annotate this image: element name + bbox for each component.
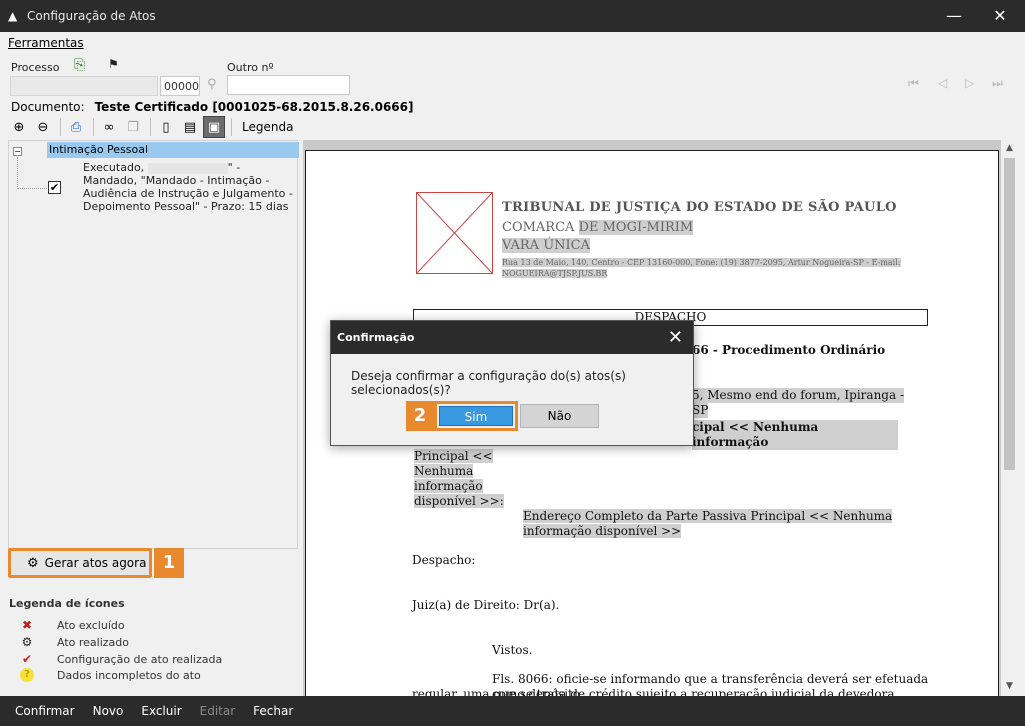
fls-line-2: regular, uma que se trata de crédito suj… — [412, 687, 899, 696]
document-flag-icon[interactable]: ⚑ — [108, 57, 119, 71]
juiz-line: Juiz(a) de Direito: Dr(a). — [412, 598, 560, 612]
document-scrollbar[interactable]: ▲ ▼ — [1001, 140, 1018, 696]
sim-button[interactable]: Sim — [434, 401, 518, 431]
court-name: TRIBUNAL DE JUSTIÇA DO ESTADO DE SÃO PAU… — [502, 200, 897, 215]
confirmar-button[interactable]: Confirmar — [15, 704, 75, 718]
tree-item-ato[interactable]: Executado, " - Mandado, "Mandado - Intim… — [83, 161, 293, 213]
legend-label: Dados incompletos do ato — [57, 668, 201, 682]
legend-item-incompletos: ? Dados incompletos do ato — [20, 667, 201, 683]
next-page-icon[interactable]: ▷ — [965, 76, 974, 90]
sim-button-label: Sim — [439, 406, 513, 426]
excluir-button[interactable]: Excluir — [141, 704, 181, 718]
editar-button: Editar — [199, 704, 236, 718]
step-badge-2: 2 — [406, 401, 434, 431]
documento-label: Documento: — [11, 100, 85, 114]
print-icon[interactable]: ⎙ — [65, 116, 87, 138]
copy-icon[interactable]: ❐ — [122, 116, 144, 138]
dialog-message: Deseja confirmar a configuração do(s) at… — [351, 369, 626, 397]
processo-suffix-field[interactable]: 00000 — [160, 76, 200, 96]
legend-label: Ato realizado — [57, 635, 129, 649]
scroll-down-icon[interactable]: ▼ — [1001, 681, 1018, 691]
outro-numero-field[interactable] — [227, 75, 350, 95]
tree-item-checkbox[interactable]: ✔ — [48, 181, 61, 194]
scroll-thumb[interactable] — [1004, 158, 1015, 470]
zoom-in-icon[interactable]: ⊕ — [8, 116, 30, 138]
page-width-icon[interactable]: ▤ — [179, 116, 201, 138]
checkmark-icon: ✔ — [21, 652, 33, 666]
nao-button[interactable]: Não — [520, 404, 599, 428]
question-icon: ? — [20, 668, 34, 682]
search-icon[interactable]: ⚲ — [207, 77, 217, 92]
legend-item-excluido: ✖ Ato excluído — [20, 617, 125, 633]
window-title: Configuração de Atos — [27, 9, 156, 23]
principal-block: Principal << Nenhuma informação disponív… — [414, 449, 504, 508]
legend-label: Configuração de ato realizada — [57, 652, 223, 666]
legend-title: Legenda de ícones — [9, 597, 125, 610]
documento-value: Teste Certificado [0001025-68.2015.8.26.… — [94, 100, 414, 114]
tree-connector — [17, 157, 47, 189]
toolbar-divider — [60, 118, 61, 136]
gears-icon: ⚙ — [27, 555, 39, 571]
novo-button[interactable]: Novo — [93, 704, 124, 718]
tree-item-prefix: Executado, — [83, 161, 145, 174]
processo-number-field[interactable] — [10, 76, 158, 96]
dialog-close-icon[interactable]: ✕ — [668, 321, 683, 354]
menu-bar: Ferramentas — [8, 36, 84, 50]
gear-icon: ⚙ — [21, 635, 33, 649]
court-address: Rua 13 de Maio, 140, Centro - CEP 13160-… — [502, 258, 901, 278]
outro-numero-label: Outro nº — [227, 61, 274, 74]
document-line: Documento: Teste Certificado [0001025-68.… — [11, 100, 414, 114]
tree-root-intimacao-pessoal[interactable]: Intimação Pessoal — [47, 142, 299, 158]
fechar-button[interactable]: Fechar — [253, 704, 293, 718]
toolbar-divider — [93, 118, 94, 136]
collapse-toggle-icon[interactable]: − — [13, 147, 22, 156]
gerar-atos-label: Gerar atos agora — [44, 556, 147, 570]
title-bar: ▲ Configuração de Atos — ✕ — [0, 0, 1025, 32]
process-tail: 66 - Procedimento Ordinário — [692, 343, 886, 357]
menu-ferramentas[interactable]: Ferramentas — [8, 36, 84, 50]
viewer-toolbar: ⊕ ⊖ ⎙ ∞ ❐ ▯ ▤ ▣ Legenda — [8, 116, 293, 138]
first-page-icon[interactable]: ⏮ — [908, 76, 919, 91]
step-badge-1: 1 — [154, 548, 184, 578]
despacho-label: Despacho: — [412, 553, 476, 567]
toolbar-divider — [231, 118, 232, 136]
address-fragment-3: cipal << Nenhuma informação — [692, 420, 898, 450]
legenda-button[interactable]: Legenda — [242, 120, 293, 134]
atos-tree-pane: − Intimação Pessoal ✔ Executado, " - Man… — [8, 140, 299, 549]
zoom-out-icon[interactable]: ⊖ — [32, 116, 54, 138]
last-page-icon[interactable]: ⏭ — [992, 76, 1003, 91]
vara-line: VARA ÚNICA — [502, 238, 591, 253]
binoculars-icon[interactable]: ∞ — [98, 116, 120, 138]
court-logo-placeholder — [416, 192, 493, 274]
single-page-icon[interactable]: ▯ — [155, 116, 177, 138]
legend-label: Ato excluído — [57, 618, 125, 632]
vistos-line: Vistos. — [492, 643, 533, 657]
comarca-line: COMARCA DE MOGI-MIRIM — [502, 220, 694, 235]
toolbar-divider — [150, 118, 151, 136]
bottom-action-bar: Confirmar Novo Excluir Editar Fechar — [0, 696, 1025, 726]
legend-item-realizado: ⚙ Ato realizado — [20, 634, 129, 650]
app-logo-icon: ▲ — [8, 9, 18, 23]
legend-item-configuracao: ✔ Configuração de ato realizada — [20, 651, 222, 667]
address-fragment-1: 5, Mesmo end do forum, Ipiranga - — [692, 388, 904, 403]
address-fragment-2: SP — [692, 403, 709, 418]
prev-page-icon[interactable]: ◁ — [938, 76, 947, 90]
scroll-up-icon[interactable]: ▲ — [1001, 143, 1018, 153]
dialog-title: Confirmação — [331, 321, 693, 354]
gerar-atos-button[interactable]: ⚙ Gerar atos agora — [8, 548, 152, 578]
new-document-icon[interactable]: ⎘ — [74, 57, 85, 73]
processo-label: Processo — [11, 61, 60, 74]
redacted-name — [147, 162, 228, 174]
close-window-button[interactable]: ✕ — [977, 0, 1023, 32]
endereco-passiva: Endereço Completo da Parte Passiva Princ… — [523, 509, 893, 538]
x-icon: ✖ — [21, 618, 33, 632]
minimize-button[interactable]: — — [931, 0, 977, 32]
fit-page-icon[interactable]: ▣ — [203, 116, 225, 138]
